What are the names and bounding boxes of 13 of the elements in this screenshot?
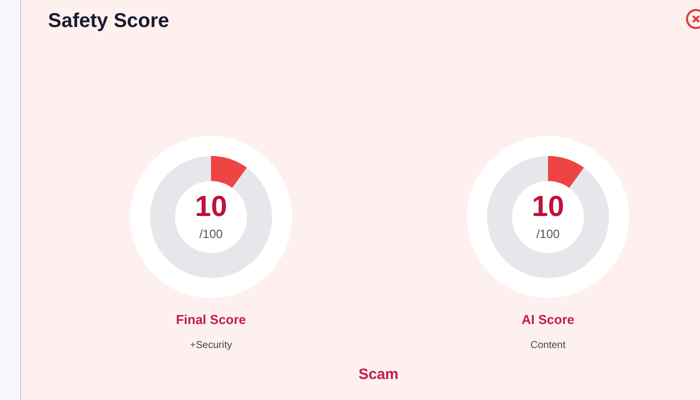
score-value: 10 <box>194 191 228 223</box>
gauge-fill <box>211 156 247 188</box>
dialog-title: Safety Score <box>48 9 170 34</box>
score-label: AI Score <box>522 311 574 329</box>
gauge-fill <box>548 156 584 188</box>
close-icon[interactable] <box>685 8 700 30</box>
score-sublabel: Content <box>530 338 566 352</box>
score-value: 10 <box>532 191 564 223</box>
score-max: /100 <box>536 226 560 243</box>
score-label: Final Score <box>176 311 246 329</box>
score-max: /100 <box>199 226 223 243</box>
score-sublabel: +Security <box>190 338 232 352</box>
verdict-label: Scam <box>358 364 399 384</box>
